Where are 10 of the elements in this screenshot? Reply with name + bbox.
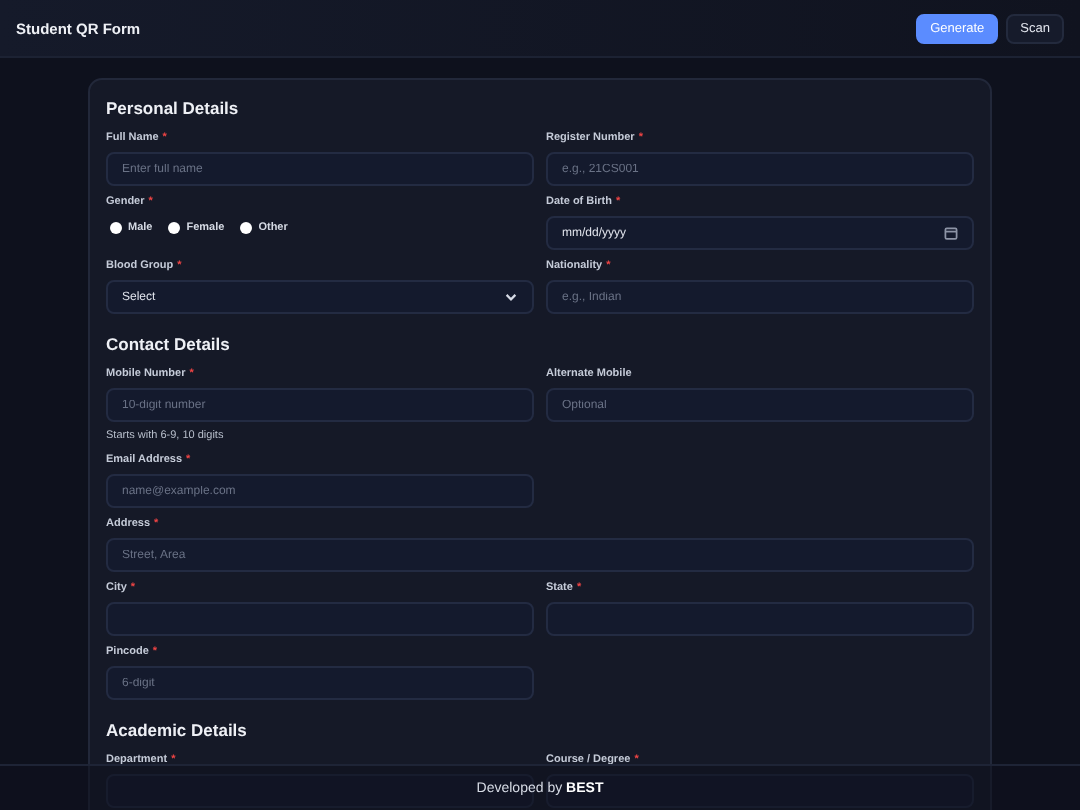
chevron-icon (504, 290, 518, 304)
radio-icon[interactable] (110, 222, 122, 234)
calendar-icon (944, 226, 958, 240)
input-field[interactable] (546, 602, 974, 636)
radio-icon[interactable] (168, 222, 181, 234)
section-heading: Contact Details (106, 334, 232, 354)
radio-icon[interactable] (240, 222, 253, 234)
input-field[interactable] (106, 602, 534, 636)
section-heading: Academic Details (106, 720, 249, 740)
section-heading: Personal Details (106, 98, 241, 118)
